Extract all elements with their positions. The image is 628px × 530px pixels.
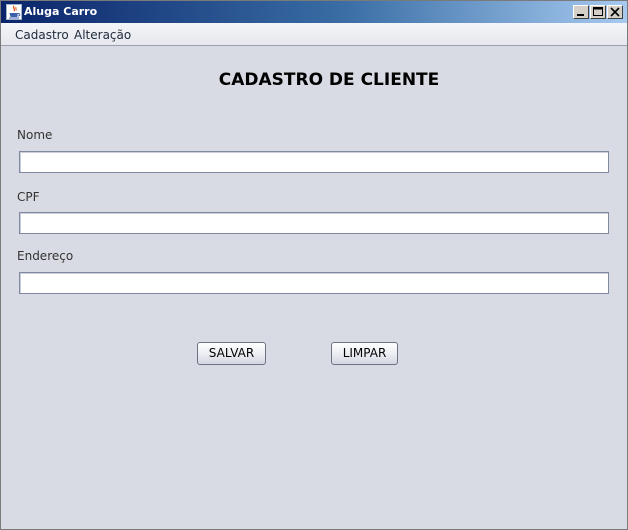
menu-alteracao[interactable]: Alteração xyxy=(74,28,131,42)
minimize-icon xyxy=(577,14,584,16)
close-button[interactable] xyxy=(607,5,623,19)
menu-bar: Cadastro Alteração xyxy=(1,23,627,46)
clear-button[interactable]: LIMPAR xyxy=(331,342,398,365)
close-icon xyxy=(610,7,620,17)
cpf-input[interactable] xyxy=(19,212,609,234)
app-window: Aluga Carro Cadastro Alteração CADASTRO … xyxy=(0,0,628,530)
endereco-input[interactable] xyxy=(19,272,609,294)
maximize-icon xyxy=(593,7,603,16)
maximize-button[interactable] xyxy=(590,5,606,19)
nome-input[interactable] xyxy=(19,151,609,173)
cpf-label: CPF xyxy=(17,190,40,204)
minimize-button[interactable] xyxy=(573,5,589,19)
java-cup-icon xyxy=(6,4,22,20)
save-button[interactable]: SALVAR xyxy=(197,342,266,365)
menu-cadastro[interactable]: Cadastro xyxy=(15,28,69,42)
nome-label: Nome xyxy=(17,128,53,142)
window-title: Aluga Carro xyxy=(24,5,98,18)
endereco-label: Endereço xyxy=(17,249,74,263)
form-title: CADASTRO DE CLIENTE xyxy=(218,70,440,90)
title-bar[interactable]: Aluga Carro xyxy=(1,1,627,23)
